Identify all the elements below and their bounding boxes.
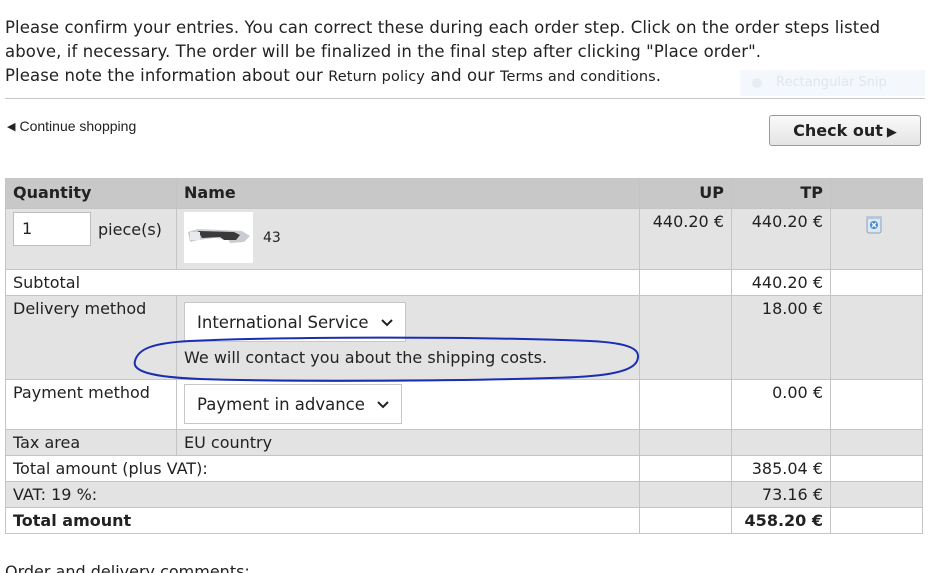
vat-label: VAT: 19 %: (5, 481, 640, 508)
triangle-left-icon: ◀ (7, 121, 16, 133)
header-actions (830, 178, 923, 209)
intro-note-end: . (655, 66, 662, 85)
chevron-down-icon (380, 303, 393, 341)
payment-method-select[interactable]: Payment in advance (184, 384, 402, 424)
subtotal-label: Subtotal (5, 269, 640, 296)
chevron-down-icon (377, 385, 389, 423)
quantity-input[interactable]: 1 (13, 212, 91, 246)
total-value: 458.20 € (731, 507, 831, 534)
table-row-delivery: Delivery method International Service We… (5, 295, 923, 380)
intro-note-middle: and our (424, 66, 500, 85)
table-row-product: 1 piece(s) 43 440.20 € 440.20 € (5, 208, 923, 270)
check-out-button[interactable]: Check out ▶ (769, 115, 921, 146)
table-row-payment: Payment method Payment in advance 0.00 € (5, 379, 923, 430)
quantity-cell: 1 piece(s) (5, 208, 177, 270)
delivery-method-select[interactable]: International Service (184, 302, 406, 342)
divider (5, 98, 925, 99)
payment-cell: Payment in advance (176, 379, 640, 430)
table-row-tax-area: Tax area EU country (5, 429, 923, 456)
product-name-cell: 43 (176, 208, 640, 270)
vat-value: 73.16 € (731, 481, 831, 508)
snip-label: Rectangular Snip (776, 75, 887, 90)
intro-text: Please confirm your entries. You can cor… (5, 18, 881, 61)
header-unit-price: UP (639, 178, 732, 209)
product-thumbnail[interactable] (184, 212, 253, 263)
shipping-note: We will contact you about the shipping c… (184, 348, 548, 367)
terms-link[interactable]: Terms and conditions (500, 69, 656, 85)
tax-area-label: Tax area (5, 429, 177, 456)
triangle-right-icon: ▶ (886, 125, 897, 140)
header-total-price: TP (731, 178, 831, 209)
net-total-label: Total amount (plus VAT): (5, 455, 640, 482)
continue-shopping-label: Continue shopping (19, 118, 137, 134)
table-row-vat: VAT: 19 %: 73.16 € (5, 481, 923, 508)
payment-label: Payment method (5, 379, 177, 430)
intro-note-text: Please note the information about our (5, 66, 329, 85)
cart-table: Quantity Name UP TP 1 piece(s) 43 440.20 … (5, 178, 923, 534)
action-cell (830, 208, 923, 270)
net-total-value: 385.04 € (731, 455, 831, 482)
subtotal-value: 440.20 € (731, 269, 831, 296)
total-price-cell: 440.20 € (731, 208, 831, 270)
table-row-total: Total amount 458.20 € (5, 507, 923, 534)
comments-label: Order and delivery comments: (5, 562, 250, 573)
return-policy-link[interactable]: Return policy (328, 69, 425, 85)
delivery-value: 18.00 € (731, 295, 831, 380)
header-quantity: Quantity (5, 178, 177, 209)
snip-icon (752, 77, 762, 88)
quantity-unit: piece(s) (98, 219, 162, 239)
delivery-label: Delivery method (5, 295, 177, 380)
table-header-row: Quantity Name UP TP (5, 178, 923, 209)
total-label: Total amount (5, 507, 640, 534)
delivery-cell: International Service We will contact yo… (176, 295, 640, 380)
continue-shopping-link[interactable]: ◀ Continue shopping (7, 118, 136, 134)
snip-tool-overlay: Rectangular Snip (740, 70, 925, 96)
delivery-method-value: International Service (197, 313, 369, 332)
tax-area-value: EU country (176, 429, 640, 456)
header-name: Name (176, 178, 640, 209)
product-name: 43 (263, 229, 281, 246)
table-row-subtotal: Subtotal 440.20 € (5, 269, 923, 296)
remove-item-icon[interactable] (862, 212, 886, 236)
check-out-label: Check out (793, 121, 883, 140)
payment-value: 0.00 € (731, 379, 831, 430)
table-row-net-total: Total amount (plus VAT): 385.04 € (5, 455, 923, 482)
payment-method-value: Payment in advance (197, 395, 365, 414)
unit-price-cell: 440.20 € (639, 208, 732, 270)
